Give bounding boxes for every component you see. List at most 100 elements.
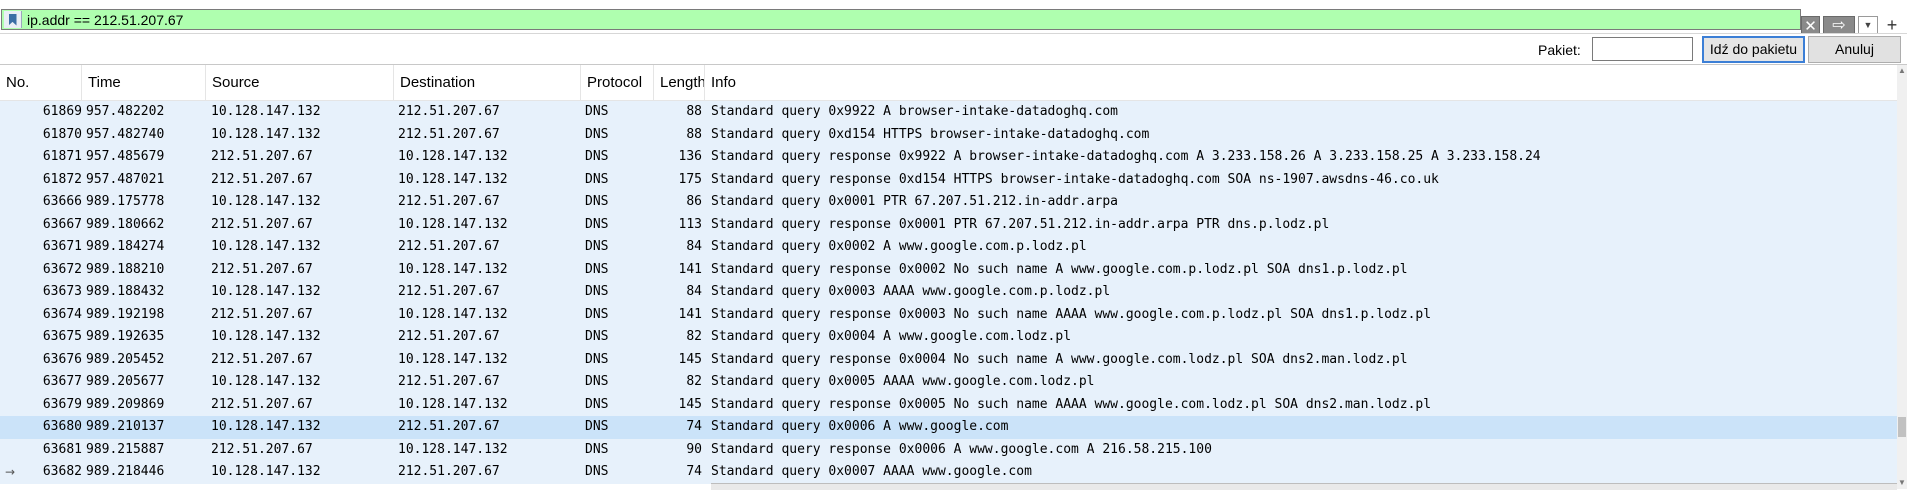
packet-source: 10.128.147.132 <box>211 239 321 254</box>
packet-source: 10.128.147.132 <box>211 374 321 389</box>
packet-row[interactable]: 63672 989.188210 212.51.207.67 10.128.147.1… <box>0 258 1897 281</box>
packet-row[interactable]: 61869 957.482202 10.128.147.132 212.51.207.… <box>0 101 1897 124</box>
bookmark-icon[interactable] <box>4 11 22 28</box>
packet-time: 989.205677 <box>86 374 165 389</box>
packet-row[interactable]: 63674 989.192198 212.51.207.67 10.128.147.1… <box>0 303 1897 326</box>
packet-row[interactable]: 63667 989.180662 212.51.207.67 10.128.147.1… <box>0 213 1897 236</box>
packet-info: Standard query response 0x0001 PTR 67.20… <box>711 216 1330 232</box>
packet-row[interactable]: 63679 989.209869 212.51.207.67 10.128.147.1… <box>0 393 1897 416</box>
column-header-length[interactable]: Length <box>654 65 705 100</box>
packet-info: Standard query response 0x9922 A browser… <box>711 149 1541 164</box>
packet-time: 989.188432 <box>86 284 165 299</box>
packet-number: 63679 <box>42 396 82 412</box>
packet-row[interactable]: 61870 957.482740 10.128.147.132 212.51.207.… <box>0 123 1897 146</box>
packet-row[interactable]: 61871 957.485679 212.51.207.67 10.128.147.1… <box>0 146 1897 169</box>
packet-number: 61869 <box>42 104 82 119</box>
packet-protocol: DNS <box>585 284 609 299</box>
packet-info: Standard query 0x0001 PTR 67.207.51.212.… <box>711 194 1118 209</box>
related-packet-arrow-icon: → <box>5 465 16 479</box>
packet-number: 63667 <box>42 216 82 232</box>
packet-length: 86 <box>686 194 702 209</box>
packet-length: 113 <box>678 216 702 232</box>
packet-protocol: DNS <box>585 149 609 164</box>
packet-time: 989.209869 <box>86 396 165 412</box>
packet-time: 989.184274 <box>86 239 165 254</box>
packet-source: 10.128.147.132 <box>211 104 321 119</box>
packet-row[interactable]: 63671 989.184274 10.128.147.132 212.51.207.… <box>0 236 1897 259</box>
packet-list-header: No. Time Source Destination Protocol Len… <box>0 65 1897 101</box>
column-header-info[interactable]: Info <box>705 65 1897 100</box>
packet-info: Standard query 0x0006 A www.google.com <box>711 419 1009 434</box>
packet-row[interactable]: 63681 989.215887 212.51.207.67 10.128.147.1… <box>0 438 1897 461</box>
packet-row[interactable]: 63676 989.205452 212.51.207.67 10.128.147.1… <box>0 348 1897 371</box>
packet-time: 989.215887 <box>86 441 165 457</box>
packet-destination: 212.51.207.67 <box>398 419 500 434</box>
packet-source: 10.128.147.132 <box>211 284 321 299</box>
packet-info: Standard query 0x0004 A www.google.com.l… <box>711 329 1072 344</box>
packet-row[interactable]: 63680 989.210137 10.128.147.132 212.51.207.… <box>0 416 1897 439</box>
cancel-button[interactable]: Anuluj <box>1808 36 1901 63</box>
filter-text[interactable]: ip.addr == 212.51.207.67 <box>27 12 183 29</box>
packet-protocol: DNS <box>585 464 609 479</box>
packet-length: 82 <box>686 329 702 344</box>
packet-protocol: DNS <box>585 126 609 142</box>
packet-protocol: DNS <box>585 306 609 322</box>
add-filter-button-icon[interactable]: + <box>1882 15 1902 35</box>
packet-number: 63676 <box>42 351 82 367</box>
packet-source: 10.128.147.132 <box>211 464 321 479</box>
packet-row[interactable]: 61872 957.487021 212.51.207.67 10.128.147.1… <box>0 168 1897 191</box>
packet-destination: 10.128.147.132 <box>398 351 508 367</box>
packet-source: 212.51.207.67 <box>211 216 313 232</box>
packet-number: 63677 <box>42 374 82 389</box>
packet-row[interactable]: 63682 989.218446 10.128.147.132 212.51.207.… <box>0 461 1897 484</box>
packet-length: 74 <box>686 419 702 434</box>
vertical-scrollbar[interactable]: ▲ ▼ <box>1897 65 1907 489</box>
packet-length: 145 <box>678 351 702 367</box>
packet-row[interactable]: 63677 989.205677 10.128.147.132 212.51.207.… <box>0 371 1897 394</box>
packet-protocol: DNS <box>585 171 609 187</box>
column-header-protocol[interactable]: Protocol <box>581 65 654 100</box>
packet-info: Standard query response 0x0003 No such n… <box>711 306 1432 322</box>
packet-number: 63672 <box>42 261 82 277</box>
packet-destination: 10.128.147.132 <box>398 216 508 232</box>
column-header-destination[interactable]: Destination <box>394 65 581 100</box>
packet-number: 63680 <box>42 419 82 434</box>
packet-list: No. Time Source Destination Protocol Len… <box>0 64 1907 490</box>
packet-row[interactable]: 63675 989.192635 10.128.147.132 212.51.207.… <box>0 326 1897 349</box>
packet-source: 212.51.207.67 <box>211 306 313 322</box>
packet-protocol: DNS <box>585 104 609 119</box>
packet-time: 957.487021 <box>86 171 165 187</box>
packet-source: 10.128.147.132 <box>211 329 321 344</box>
go-to-packet-button[interactable]: Idź do pakietu <box>1702 36 1805 63</box>
packet-destination: 212.51.207.67 <box>398 374 500 389</box>
packet-length: 136 <box>678 149 702 164</box>
packet-protocol: DNS <box>585 419 609 434</box>
packet-length: 88 <box>686 126 702 142</box>
packet-destination: 212.51.207.67 <box>398 194 500 209</box>
display-filter-input[interactable]: ip.addr == 212.51.207.67 <box>1 9 1801 30</box>
packet-protocol: DNS <box>585 216 609 232</box>
packet-number-input[interactable] <box>1592 37 1693 61</box>
packet-destination: 212.51.207.67 <box>398 464 500 479</box>
column-header-no[interactable]: No. <box>0 65 82 100</box>
packet-length: 141 <box>678 306 702 322</box>
scroll-down-icon[interactable]: ▼ <box>1897 477 1907 489</box>
packet-protocol: DNS <box>585 396 609 412</box>
packet-info: Standard query response 0x0006 A www.goo… <box>711 441 1212 457</box>
horizontal-scrollbar[interactable] <box>711 483 1897 490</box>
packet-time: 957.485679 <box>86 149 165 164</box>
packet-time: 989.210137 <box>86 419 165 434</box>
packet-info: Standard query 0x0002 A www.google.com.p… <box>711 239 1087 254</box>
packet-destination: 212.51.207.67 <box>398 284 500 299</box>
go-to-packet-bar: Pakiet: Idź do pakietu Anuluj <box>0 33 1907 65</box>
scroll-thumb[interactable] <box>1898 417 1906 437</box>
column-header-source[interactable]: Source <box>206 65 394 100</box>
packet-rows: 61869 957.482202 10.128.147.132 212.51.207.… <box>0 101 1897 484</box>
packet-row[interactable]: 63673 989.188432 10.128.147.132 212.51.207.… <box>0 281 1897 304</box>
packet-length: 88 <box>686 104 702 119</box>
packet-protocol: DNS <box>585 329 609 344</box>
packet-row[interactable]: 63666 989.175778 10.128.147.132 212.51.207.… <box>0 191 1897 214</box>
column-header-time[interactable]: Time <box>82 65 206 100</box>
packet-destination: 10.128.147.132 <box>398 306 508 322</box>
scroll-up-icon[interactable]: ▲ <box>1897 65 1907 77</box>
